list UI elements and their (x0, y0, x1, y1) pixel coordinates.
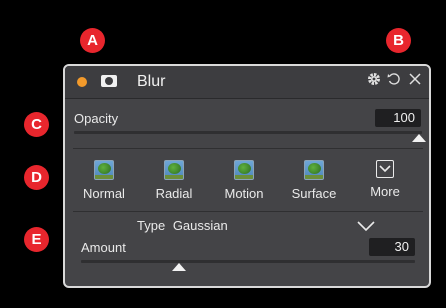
divider (73, 148, 423, 149)
blur-type-motion[interactable]: Motion (214, 160, 274, 201)
opacity-value[interactable]: 100 (375, 109, 421, 127)
blur-type-more[interactable]: More (355, 160, 415, 199)
amount-value[interactable]: 30 (369, 238, 415, 256)
amount-label: Amount (81, 240, 126, 255)
divider (73, 211, 423, 212)
opacity-slider-track[interactable] (74, 131, 422, 134)
chevron-down-icon[interactable] (356, 219, 376, 233)
panel-title: Blur (137, 73, 166, 90)
callout-d: D (24, 165, 49, 190)
blur-type-label: Surface (291, 186, 337, 201)
type-dropdown[interactable]: Type Gaussian (137, 218, 228, 233)
blur-type-label: Radial (155, 186, 193, 201)
tree-thumbnail-icon (234, 160, 254, 180)
gear-icon[interactable] (365, 71, 383, 91)
opacity-label: Opacity (74, 111, 119, 126)
amount-slider-thumb[interactable] (172, 263, 186, 271)
callout-b: B (386, 28, 411, 53)
tree-thumbnail-icon (164, 160, 184, 180)
close-icon[interactable] (406, 71, 424, 91)
panel-header: Blur (65, 66, 429, 99)
chevron-down-box-icon (376, 160, 394, 178)
blur-panel: Blur Opacity 100 Normal Radial Motion Su… (63, 64, 431, 288)
mask-icon[interactable] (101, 75, 117, 87)
opacity-slider-thumb[interactable] (412, 134, 426, 142)
callout-a: A (80, 28, 105, 53)
reset-icon[interactable] (385, 71, 403, 91)
callout-e: E (24, 227, 49, 252)
blur-type-surface[interactable]: Surface (284, 160, 344, 201)
tree-thumbnail-icon (304, 160, 324, 180)
callout-c: C (24, 112, 49, 137)
blur-type-normal[interactable]: Normal (74, 160, 134, 201)
blur-type-label: Normal (83, 186, 125, 201)
tree-thumbnail-icon (94, 160, 114, 180)
type-value: Gaussian (172, 218, 228, 233)
blur-type-label: More (370, 184, 400, 199)
blur-type-radial[interactable]: Radial (144, 160, 204, 201)
type-label: Type (137, 218, 166, 233)
blur-type-label: Motion (224, 186, 264, 201)
enable-dot-icon[interactable] (77, 77, 87, 87)
amount-slider-track[interactable] (81, 260, 415, 263)
